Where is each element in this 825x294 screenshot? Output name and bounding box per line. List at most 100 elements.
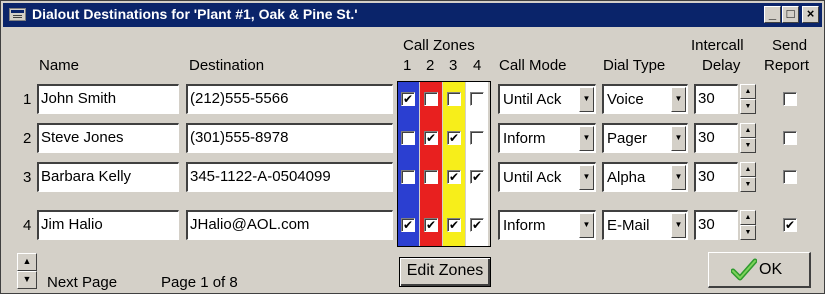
call-mode-value: Until Ack bbox=[503, 169, 562, 186]
call-mode-value: Inform bbox=[503, 130, 546, 147]
header-report: Report bbox=[764, 57, 810, 74]
delay-spinner[interactable]: ▲ ▼ bbox=[740, 123, 756, 153]
row-number: 2 bbox=[23, 130, 32, 147]
next-page-label[interactable]: Next Page bbox=[47, 274, 117, 291]
zone-3-checkbox[interactable] bbox=[447, 92, 461, 106]
close-button[interactable]: × bbox=[802, 6, 819, 23]
spin-down-icon[interactable]: ▼ bbox=[740, 177, 756, 192]
call-mode-value: Until Ack bbox=[503, 91, 562, 108]
dial-type-value: E-Mail bbox=[607, 217, 650, 234]
dial-type-value: Alpha bbox=[607, 169, 646, 186]
dialout-destinations-window: Dialout Destinations for 'Plant #1, Oak … bbox=[0, 0, 825, 294]
zone-4-checkbox[interactable]: ✔ bbox=[470, 218, 484, 232]
zone-4-checkbox[interactable] bbox=[470, 92, 484, 106]
edit-zones-button[interactable]: Edit Zones bbox=[399, 257, 491, 287]
delay-spinner[interactable]: ▲ ▼ bbox=[740, 210, 756, 240]
dial-type-value: Voice bbox=[607, 91, 644, 108]
zone-1-checkbox[interactable] bbox=[401, 131, 415, 145]
header-zone-1: 1 bbox=[403, 57, 412, 74]
send-report-checkbox[interactable] bbox=[783, 131, 797, 145]
zone-1-checkbox[interactable] bbox=[401, 170, 415, 184]
zone-2-checkbox[interactable]: ✔ bbox=[424, 218, 438, 232]
dial-type-value: Pager bbox=[607, 130, 648, 147]
chevron-down-icon[interactable]: ▼ bbox=[579, 165, 594, 190]
window-menu-icon[interactable] bbox=[9, 8, 26, 21]
chevron-down-icon[interactable]: ▼ bbox=[671, 165, 686, 190]
spin-up-icon[interactable]: ▲ bbox=[740, 84, 756, 99]
page-up-icon[interactable]: ▲ bbox=[17, 253, 37, 271]
header-zone-4: 4 bbox=[473, 57, 482, 74]
call-mode-dropdown[interactable]: Inform ▼ bbox=[498, 210, 596, 240]
name-field[interactable]: Barbara Kelly bbox=[37, 162, 179, 192]
send-report-checkbox[interactable] bbox=[783, 170, 797, 184]
header-destination: Destination bbox=[189, 57, 265, 74]
call-mode-value: Inform bbox=[503, 217, 546, 234]
send-report-checkbox[interactable]: ✔ bbox=[783, 218, 797, 232]
dial-type-dropdown[interactable]: Voice ▼ bbox=[602, 84, 688, 114]
minimize-button[interactable]: _ bbox=[764, 6, 781, 23]
zone-2-checkbox[interactable] bbox=[424, 92, 438, 106]
header-dial-type: Dial Type bbox=[603, 57, 666, 74]
spin-down-icon[interactable]: ▼ bbox=[740, 225, 756, 240]
zone-2-checkbox[interactable]: ✔ bbox=[424, 131, 438, 145]
zone-1-checkbox[interactable]: ✔ bbox=[401, 218, 415, 232]
zone-3-checkbox[interactable]: ✔ bbox=[447, 131, 461, 145]
header-name: Name bbox=[39, 57, 80, 74]
spin-down-icon[interactable]: ▼ bbox=[740, 99, 756, 114]
title-bar[interactable]: Dialout Destinations for 'Plant #1, Oak … bbox=[3, 3, 822, 27]
spin-up-icon[interactable]: ▲ bbox=[740, 123, 756, 138]
destination-field[interactable]: JHalio@AOL.com bbox=[186, 210, 393, 240]
call-mode-dropdown[interactable]: Until Ack ▼ bbox=[498, 84, 596, 114]
zone-4-checkbox[interactable]: ✔ bbox=[470, 170, 484, 184]
page-spinner[interactable]: ▲ ▼ bbox=[17, 253, 37, 289]
chevron-down-icon[interactable]: ▼ bbox=[671, 126, 686, 151]
send-report-checkbox[interactable] bbox=[783, 92, 797, 106]
call-mode-dropdown[interactable]: Inform ▼ bbox=[498, 123, 596, 153]
row-number: 3 bbox=[23, 169, 32, 186]
page-down-icon[interactable]: ▼ bbox=[17, 271, 37, 289]
check-icon bbox=[731, 258, 757, 281]
header-send: Send bbox=[772, 37, 808, 54]
intercall-delay-field[interactable]: 30 bbox=[694, 84, 738, 114]
destination-field[interactable]: (212)555-5566 bbox=[186, 84, 393, 114]
ok-button[interactable]: OK bbox=[708, 252, 811, 288]
delay-spinner[interactable]: ▲ ▼ bbox=[740, 162, 756, 192]
header-zone-3: 3 bbox=[449, 57, 458, 74]
name-field[interactable]: Steve Jones bbox=[37, 123, 179, 153]
intercall-delay-field[interactable]: 30 bbox=[694, 210, 738, 240]
header-zone-2: 2 bbox=[426, 57, 435, 74]
zone-3-checkbox[interactable]: ✔ bbox=[447, 170, 461, 184]
chevron-down-icon[interactable]: ▼ bbox=[671, 213, 686, 238]
header-intercall: Intercall bbox=[691, 37, 744, 54]
chevron-down-icon[interactable]: ▼ bbox=[579, 87, 594, 112]
zone-1-checkbox[interactable]: ✔ bbox=[401, 92, 415, 106]
row-number: 1 bbox=[23, 91, 32, 108]
intercall-delay-field[interactable]: 30 bbox=[694, 162, 738, 192]
dial-type-dropdown[interactable]: E-Mail ▼ bbox=[602, 210, 688, 240]
zone-3-checkbox[interactable]: ✔ bbox=[447, 218, 461, 232]
maximize-button[interactable]: □ bbox=[782, 6, 799, 23]
page-indicator: Page 1 of 8 bbox=[161, 274, 238, 291]
chevron-down-icon[interactable]: ▼ bbox=[579, 126, 594, 151]
dial-type-dropdown[interactable]: Alpha ▼ bbox=[602, 162, 688, 192]
row-number: 4 bbox=[23, 217, 32, 234]
ok-label: OK bbox=[759, 261, 783, 278]
name-field[interactable]: John Smith bbox=[37, 84, 179, 114]
spin-up-icon[interactable]: ▲ bbox=[740, 210, 756, 225]
dial-type-dropdown[interactable]: Pager ▼ bbox=[602, 123, 688, 153]
spin-up-icon[interactable]: ▲ bbox=[740, 162, 756, 177]
chevron-down-icon[interactable]: ▼ bbox=[579, 213, 594, 238]
destination-field[interactable]: (301)555-8978 bbox=[186, 123, 393, 153]
zone-2-checkbox[interactable] bbox=[424, 170, 438, 184]
window-title: Dialout Destinations for 'Plant #1, Oak … bbox=[32, 6, 358, 22]
name-field[interactable]: Jim Halio bbox=[37, 210, 179, 240]
call-mode-dropdown[interactable]: Until Ack ▼ bbox=[498, 162, 596, 192]
zone-4-checkbox[interactable] bbox=[470, 131, 484, 145]
intercall-delay-field[interactable]: 30 bbox=[694, 123, 738, 153]
delay-spinner[interactable]: ▲ ▼ bbox=[740, 84, 756, 114]
destination-field[interactable]: 345-1122-A-0504099 bbox=[186, 162, 393, 192]
chevron-down-icon[interactable]: ▼ bbox=[671, 87, 686, 112]
spin-down-icon[interactable]: ▼ bbox=[740, 138, 756, 153]
header-call-mode: Call Mode bbox=[499, 57, 567, 74]
header-call-zones: Call Zones bbox=[403, 37, 475, 54]
